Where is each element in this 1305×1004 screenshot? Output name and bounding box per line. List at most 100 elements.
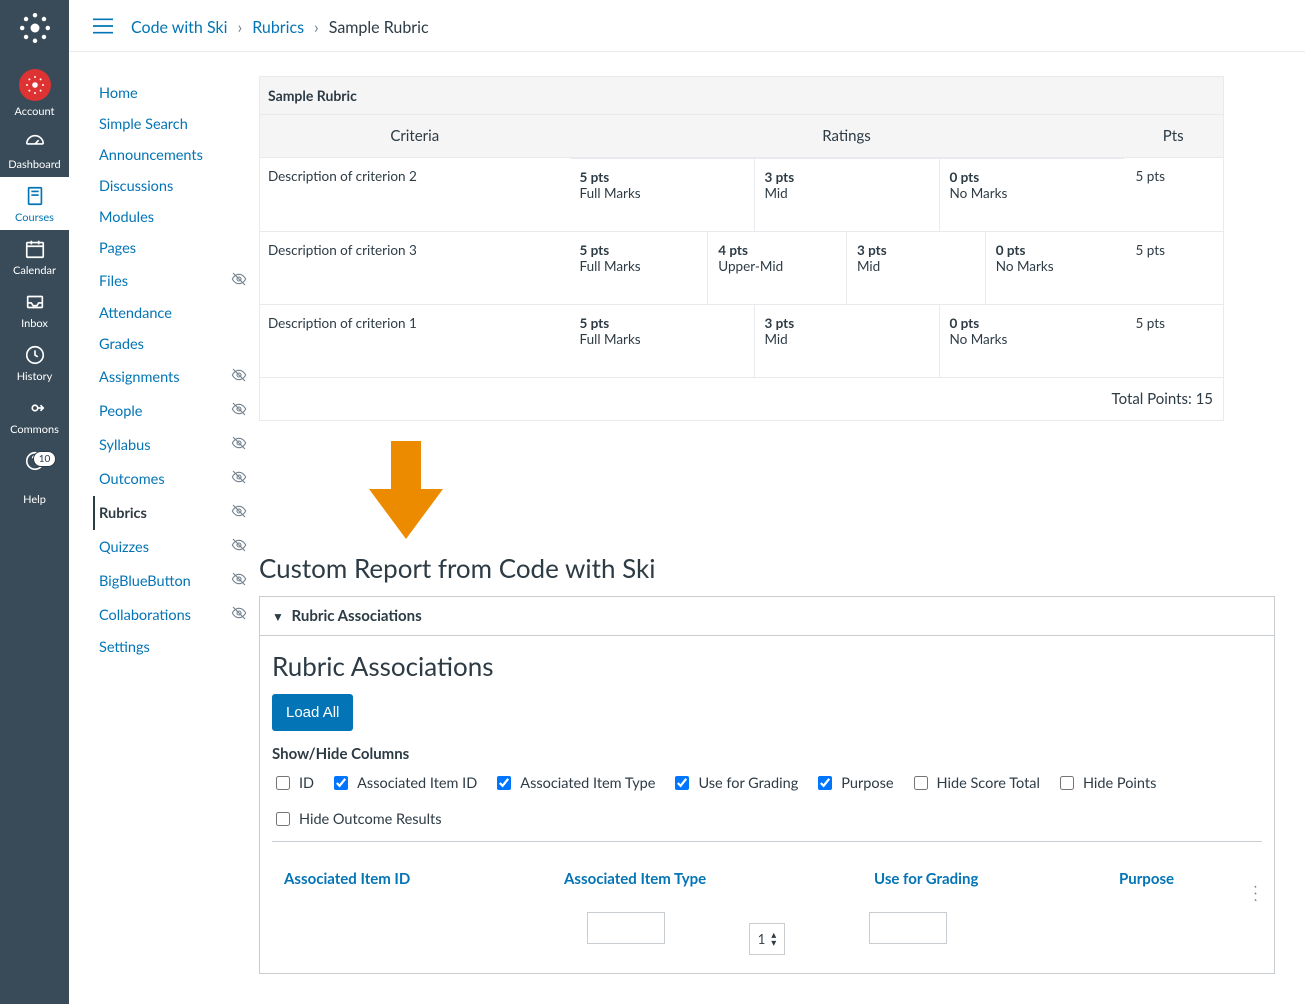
course-nav-item[interactable]: Quizzes (93, 530, 249, 564)
course-nav-item[interactable]: Syllabus (93, 428, 249, 462)
course-nav: HomeSimple Search Announcements Discussion… (69, 52, 259, 1004)
rating-pts: 5 pts (580, 315, 744, 331)
ratings-cell: 5 ptsFull Marks3 ptsMid0 ptsNo Marks (570, 304, 1124, 377)
column-toggle-label: Hide Score Total (937, 775, 1040, 792)
course-nav-item[interactable]: Collaborations (93, 598, 249, 632)
rating-label: Upper-Mid (718, 258, 836, 274)
rating: 3 ptsMid (755, 305, 940, 377)
course-nav-item[interactable]: People (93, 394, 249, 428)
column-toggle[interactable]: Use for Grading (671, 773, 798, 793)
rubric-associations-panel: ▼ Rubric Associations Rubric Association… (259, 596, 1275, 974)
rubric-row: Description of criterion 35 ptsFull Mark… (260, 231, 1224, 304)
nav-label: Calendar (0, 264, 69, 277)
nav-label: Account (0, 105, 69, 118)
nav-help[interactable]: 10 Help (0, 442, 69, 512)
column-toggle[interactable]: Purpose (814, 773, 893, 793)
column-toggle-label: Use for Grading (698, 775, 798, 792)
nav-calendar[interactable]: Calendar (0, 230, 69, 283)
section-title: Rubric Associations (272, 650, 1262, 682)
column-toggle-label: Associated Item ID (357, 775, 477, 792)
rating-pts: 0 pts (950, 169, 1114, 185)
course-nav-item[interactable]: Attendance (93, 298, 249, 329)
ratings-cell: 5 ptsFull Marks3 ptsMid0 ptsNo Marks (570, 158, 1124, 231)
hidden-eye-icon (231, 367, 247, 387)
calendar-icon (23, 238, 47, 260)
checkbox[interactable] (334, 776, 348, 790)
rating-pts: 4 pts (718, 242, 836, 258)
course-nav-label: Syllabus (99, 437, 151, 454)
course-nav-item[interactable]: Modules (93, 202, 249, 233)
pager-box[interactable] (587, 912, 665, 944)
commons-icon (23, 397, 47, 419)
checkbox[interactable] (675, 776, 689, 790)
course-nav-item[interactable]: Announcements (93, 140, 249, 171)
checkbox[interactable] (1060, 776, 1074, 790)
course-nav-label: Announcements (99, 147, 203, 164)
rating-label: No Marks (950, 331, 1114, 347)
rating: 3 ptsMid (847, 232, 986, 304)
rubric-header-criteria: Criteria (260, 115, 570, 158)
points-cell: 5 pts (1124, 158, 1224, 232)
triangle-down-icon: ▼ (272, 609, 284, 624)
course-nav-item[interactable]: Simple Search (93, 109, 249, 140)
pager-box[interactable] (869, 912, 947, 944)
breadcrumb-link[interactable]: Rubrics (252, 18, 304, 37)
column-toggle[interactable]: Hide Points (1056, 773, 1156, 793)
breadcrumb-link[interactable]: Code with Ski (131, 18, 227, 37)
rubric-row: Description of criterion 15 ptsFull Mark… (260, 304, 1224, 378)
checkbox[interactable] (818, 776, 832, 790)
load-all-button[interactable]: Load All (272, 694, 353, 731)
rating-pts: 3 pts (765, 315, 929, 331)
courses-icon (23, 185, 47, 207)
hidden-eye-icon (231, 571, 247, 591)
panel-header[interactable]: ▼ Rubric Associations (260, 597, 1274, 636)
breadcrumb-current: Sample Rubric (329, 18, 429, 37)
course-nav-label: Settings (99, 639, 150, 656)
hidden-eye-icon (231, 605, 247, 625)
hidden-eye-icon (231, 469, 247, 489)
rating: 5 ptsFull Marks (570, 232, 709, 304)
nav-account[interactable]: Account (0, 61, 69, 124)
nav-courses[interactable]: Courses (0, 177, 69, 230)
course-nav-item[interactable]: Home (93, 78, 249, 109)
nav-inbox[interactable]: Inbox (0, 283, 69, 336)
hamburger-button[interactable] (93, 18, 113, 37)
table-header[interactable]: Purpose (1119, 870, 1250, 888)
column-toggle[interactable]: Associated Item Type (493, 773, 655, 793)
associations-table: Associated Item ID Associated Item Type … (272, 860, 1262, 898)
nav-dashboard[interactable]: Dashboard (0, 124, 69, 177)
nav-label: Dashboard (0, 158, 69, 171)
checkbox[interactable] (276, 812, 290, 826)
table-header[interactable]: Use for Grading (874, 870, 1119, 888)
course-nav-item[interactable]: Outcomes (93, 462, 249, 496)
column-toggle[interactable]: ID (272, 773, 314, 793)
table-header[interactable]: Associated Item ID (284, 870, 564, 888)
course-nav-item[interactable]: Pages (93, 233, 249, 264)
pager-page[interactable]: 1 ▴▾ (749, 923, 786, 955)
checkbox[interactable] (276, 776, 290, 790)
nav-history[interactable]: History (0, 336, 69, 389)
course-nav-item[interactable]: BigBlueButton (93, 564, 249, 598)
nav-commons[interactable]: Commons (0, 389, 69, 442)
column-toggle[interactable]: Associated Item ID (330, 773, 477, 793)
rating-label: Mid (765, 331, 929, 347)
course-nav-item[interactable]: Grades (93, 329, 249, 360)
course-nav-item[interactable]: Settings (93, 632, 249, 663)
checkbox[interactable] (914, 776, 928, 790)
checkbox[interactable] (497, 776, 511, 790)
table-header[interactable]: Associated Item Type (564, 870, 874, 888)
course-nav-item[interactable]: Rubrics (93, 496, 249, 530)
course-nav-item[interactable]: Discussions (93, 171, 249, 202)
canvas-logo[interactable] (19, 12, 51, 47)
rating: 3 ptsMid (755, 159, 940, 231)
column-toggle[interactable]: Hide Score Total (910, 773, 1040, 793)
rubric-row: Description of criterion 25 ptsFull Mark… (260, 158, 1224, 232)
rubric-title: Sample Rubric (260, 77, 1224, 115)
dashboard-icon (23, 132, 47, 154)
nav-label: History (0, 370, 69, 383)
rating-label: Full Marks (580, 331, 744, 347)
column-toggles: ID Associated Item ID Associated Item Type… (272, 773, 1262, 842)
course-nav-item[interactable]: Files (93, 264, 249, 298)
column-toggle[interactable]: Hide Outcome Results (272, 809, 442, 829)
course-nav-item[interactable]: Assignments (93, 360, 249, 394)
